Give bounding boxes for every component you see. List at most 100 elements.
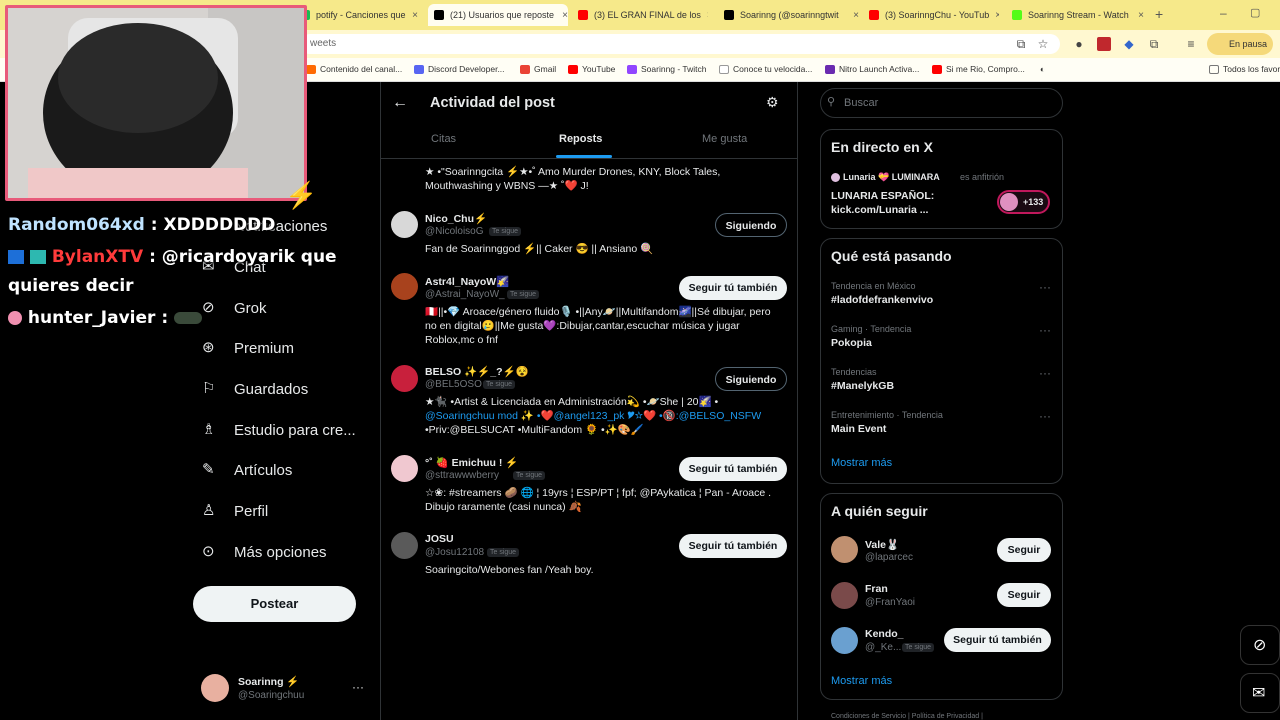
bookmark-icon [306, 64, 316, 74]
avatar[interactable] [391, 455, 418, 482]
bookmark-item[interactable]: Soarinng - Twitch [627, 64, 707, 74]
browser-tab-kick[interactable]: Soarinng Stream - Watch × [1012, 4, 1144, 26]
avatar[interactable] [391, 211, 418, 238]
nav-articles[interactable]: ✎ Artículos [202, 456, 292, 484]
nav-bookmarks[interactable]: ⚐ Guardados [202, 375, 308, 403]
user-name[interactable]: JOSU [425, 533, 454, 545]
bookmark-item[interactable]: Si me Rio, Compro... [932, 64, 1025, 74]
star-icon[interactable]: ☆ [1036, 37, 1050, 51]
bookmark-label: Todos los favor [1223, 64, 1280, 74]
follow-back-button[interactable]: Seguir tú también [944, 628, 1051, 652]
address-input[interactable]: weets [300, 34, 1060, 54]
extension-icon[interactable]: ◆ [1122, 37, 1136, 51]
more-dots-icon[interactable]: ··· [1039, 280, 1051, 294]
tab-reposts[interactable]: Reposts [559, 133, 602, 145]
bookmark-item[interactable]: Nitro Launch Activa... [825, 64, 919, 74]
follow-back-button[interactable]: Seguir tú también [679, 276, 787, 300]
bookmark-item[interactable]: Contenido del canal... [306, 64, 402, 74]
studio-icon: ♗ [202, 421, 216, 438]
messages-fab[interactable]: ✉ [1240, 673, 1280, 713]
footer-links[interactable]: Condiciones de Servicio | Política de Pr… [831, 713, 983, 720]
trends-title: Qué está pasando [831, 248, 952, 264]
following-button[interactable]: Siguiendo [715, 367, 787, 391]
trend-name[interactable]: #ManelykGB [831, 380, 894, 392]
avatar[interactable] [391, 273, 418, 300]
user-name[interactable]: °˚ 🍓 Emichuu ! ⚡ [425, 456, 518, 469]
follows-you-badge: Te sigue [513, 471, 546, 480]
post-button[interactable]: Postear [193, 586, 356, 622]
browser-tab-reposts[interactable]: (21) Usuarios que reposte × [428, 4, 568, 26]
maximize-icon[interactable]: ▢ [1250, 6, 1260, 19]
browser-tab-spotify[interactable]: potify - Canciones que × [300, 4, 418, 26]
bookmark-item[interactable]: Discord Developer... [414, 64, 505, 74]
trend-name[interactable]: Main Event [831, 423, 886, 435]
trend-name[interactable]: Pokopia [831, 337, 872, 349]
tab-quotes[interactable]: Citas [431, 133, 456, 145]
install-icon[interactable]: ⧉ [1014, 37, 1028, 51]
browser-tab-youtube-final[interactable]: (3) EL GRAN FINAL de los× [578, 4, 708, 26]
user-name[interactable]: Fran [865, 583, 888, 595]
avatar[interactable] [831, 627, 858, 654]
nav-profile[interactable]: ♙ Perfil [202, 497, 268, 525]
more-dots-icon[interactable]: ··· [1039, 409, 1051, 423]
pause-profile-button[interactable]: En pausa [1207, 33, 1273, 55]
user-name[interactable]: Vale🐰 [865, 538, 899, 551]
new-tab-icon[interactable]: + [1155, 6, 1163, 22]
globe-icon[interactable]: ◐ [1040, 64, 1045, 74]
bookmark-item[interactable]: Conoce tu velocida... [719, 64, 812, 74]
avatar[interactable] [201, 674, 229, 702]
avatar[interactable] [391, 532, 418, 559]
media-icon[interactable]: ≡ [1184, 37, 1198, 51]
puzzle-icon[interactable]: ⧉ [1147, 37, 1161, 51]
follow-back-button[interactable]: Seguir tú también [679, 457, 787, 481]
search-input[interactable]: Buscar [820, 88, 1063, 118]
nitro-icon [825, 64, 835, 74]
bookmark-item[interactable]: YouTube [568, 64, 615, 74]
show-more-link[interactable]: Mostrar más [831, 675, 892, 687]
more-dots-icon[interactable]: ··· [352, 680, 364, 694]
nav-more[interactable]: ⊙ Más opciones [202, 538, 327, 566]
live-text[interactable]: LUNARIA ESPAÑOL: [831, 190, 934, 202]
nav-grok[interactable]: ⊘ Grok [202, 294, 267, 322]
grok-fab[interactable]: ⊘ [1240, 625, 1280, 665]
more-dots-icon[interactable]: ··· [1039, 323, 1051, 337]
minimize-icon[interactable]: – [1220, 6, 1227, 20]
show-more-link[interactable]: Mostrar más [831, 457, 892, 469]
youtube-icon [578, 10, 588, 20]
more-dots-icon[interactable]: ··· [1039, 366, 1051, 380]
user-name[interactable]: Nico_Chu⚡ [425, 212, 487, 225]
follow-back-button[interactable]: Seguir tú también [679, 534, 787, 558]
extension-icon[interactable]: ● [1072, 37, 1086, 51]
chat-text: : [161, 308, 169, 328]
avatar[interactable] [831, 536, 858, 563]
grok-icon: ⊘ [202, 299, 215, 316]
close-icon[interactable]: × [406, 10, 418, 21]
account-name: Soarinng ⚡ [238, 676, 300, 688]
live-title: En directo en X [831, 139, 933, 155]
extension-icon[interactable] [1097, 37, 1111, 51]
close-icon[interactable]: × [847, 10, 859, 21]
follow-button[interactable]: Seguir [997, 583, 1051, 607]
avatar[interactable] [391, 365, 418, 392]
bookmark-item[interactable]: Gmail [520, 64, 556, 74]
all-favorites[interactable]: Todos los favor [1209, 64, 1280, 74]
following-button[interactable]: Siguiendo [715, 213, 787, 237]
user-name[interactable]: Kendo_ [865, 628, 904, 640]
user-name[interactable]: BELSO ✨⚡_?⚡😵 [425, 365, 529, 378]
back-arrow-icon[interactable]: ← [392, 94, 408, 112]
close-icon[interactable]: × [556, 10, 568, 21]
avatar[interactable] [831, 582, 858, 609]
close-icon[interactable]: × [1132, 10, 1144, 21]
close-icon[interactable]: × [701, 10, 708, 21]
settings-sliders-icon[interactable]: ⚙ [766, 94, 779, 111]
nav-premium[interactable]: ⊛ Premium [202, 334, 294, 362]
live-text-2[interactable]: kick.com/Lunaria ... [831, 204, 928, 216]
trend-name[interactable]: #ladofdefrankenvivo [831, 294, 933, 306]
tab-likes[interactable]: Me gusta [702, 133, 747, 145]
browser-tab-tiktok[interactable]: Soarinng (@soarinngtwit × [724, 4, 859, 26]
follow-button[interactable]: Seguir [997, 538, 1051, 562]
browser-tab-youtube-channel[interactable]: (3) SoarinngChu - YouTub × [869, 4, 999, 26]
user-name[interactable]: Astr4l_NayoW🌠 [425, 275, 509, 288]
close-icon[interactable]: × [989, 10, 999, 21]
nav-studio[interactable]: ♗ Estudio para cre... [202, 416, 356, 444]
